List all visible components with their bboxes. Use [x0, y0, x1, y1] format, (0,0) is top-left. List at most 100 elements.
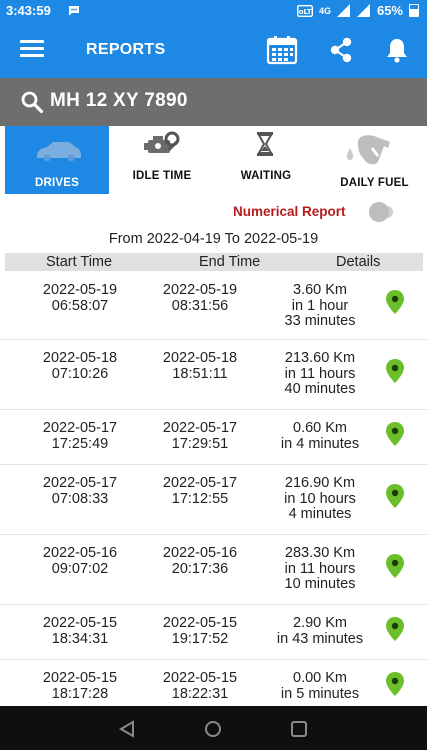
- toggle-knob: [369, 202, 389, 222]
- svg-text:VoLTE: VoLTE: [297, 8, 313, 16]
- table-row[interactable]: 2022-05-19 06:58:07 2022-05-19 08:31:56 3.60…: [0, 272, 427, 340]
- table-row[interactable]: 2022-05-15 18:34:31 2022-05-15 19:17:52 2.90…: [0, 605, 427, 660]
- details-cell: 283.30 Km in 11 hours 10 minutes: [255, 545, 385, 593]
- details-cell-duration-1: in 5 minutes: [280, 685, 360, 702]
- tab-waiting[interactable]: WAITING: [214, 126, 318, 194]
- map-pin-icon[interactable]: [384, 483, 406, 509]
- start-time-cell-start-time: 17:25:49: [51, 435, 109, 452]
- end-time-cell-end-date: 2022-05-16: [162, 545, 238, 561]
- date-range: From 2022-04-19 To 2022-05-19: [108, 231, 319, 247]
- bell-icon[interactable]: [385, 37, 409, 63]
- details-cell: 0.60 Km in 4 minutes: [255, 420, 385, 452]
- share-icon[interactable]: [328, 36, 354, 64]
- message-icon: [69, 6, 79, 16]
- tab-idle-time[interactable]: IDLE TIME: [114, 126, 210, 194]
- page-title: REPORTS: [86, 41, 166, 58]
- end-time-cell: 2022-05-15 18:22:31: [140, 670, 260, 702]
- signal-2-icon: [356, 4, 370, 17]
- details-cell-duration-1: in 1 hour: [291, 297, 349, 314]
- end-time-cell-end-time: 18:22:31: [171, 685, 229, 702]
- network-type: 4G: [318, 5, 331, 16]
- drives-table: 2022-05-19 06:58:07 2022-05-19 08:31:56 3.60…: [0, 272, 427, 715]
- start-time-cell: 2022-05-15 18:17:28: [20, 670, 140, 702]
- table-row[interactable]: 2022-05-17 17:25:49 2022-05-17 17:29:51 0.60…: [0, 410, 427, 465]
- details-cell-distance: 216.90 Km: [284, 475, 356, 491]
- battery-icon: [409, 4, 419, 17]
- details-cell-duration-2: 10 minutes: [284, 576, 356, 592]
- end-time-cell-end-date: 2022-05-15: [162, 615, 238, 631]
- start-time-cell: 2022-05-18 07:10:26: [20, 350, 140, 382]
- start-time-cell-start-time: 09:07:02: [51, 560, 109, 577]
- search-icon: [21, 91, 44, 114]
- end-time-cell: 2022-05-17 17:12:55: [140, 475, 260, 507]
- tab-daily-fuel-label: DAILY FUEL: [340, 177, 409, 189]
- end-time-cell: 2022-05-16 20:17:36: [140, 545, 260, 577]
- details-cell: 0.00 Km in 5 minutes: [255, 670, 385, 702]
- end-time-cell-end-date: 2022-05-19: [162, 282, 238, 298]
- start-time-cell: 2022-05-16 09:07:02: [20, 545, 140, 577]
- details-cell-distance: 213.60 Km: [284, 350, 356, 366]
- table-header: Start Time End Time Details: [5, 253, 423, 271]
- back-icon[interactable]: [118, 720, 136, 738]
- android-nav-bar: [0, 706, 427, 750]
- status-time: 3:43:59: [6, 3, 51, 18]
- menu-icon[interactable]: [20, 40, 44, 60]
- start-time-cell: 2022-05-17 17:25:49: [20, 420, 140, 452]
- tab-daily-fuel[interactable]: DAILY FUEL: [322, 126, 427, 194]
- details-cell-distance: 0.60 Km: [293, 420, 347, 436]
- details-cell-distance: 3.60 Km: [293, 282, 347, 298]
- end-time-cell-end-time: 19:17:52: [171, 630, 229, 647]
- map-pin-icon[interactable]: [384, 553, 406, 579]
- details-cell: 216.90 Km in 10 hours 4 minutes: [255, 475, 385, 523]
- app-bar: REPORTS: [0, 22, 427, 78]
- details-cell-distance: 0.00 Km: [293, 670, 347, 686]
- start-time-cell-start-time: 07:10:26: [51, 365, 109, 382]
- report-tabs: DRIVES IDLE TIME WAITING DAILY FUEL: [0, 126, 427, 194]
- end-time-cell-end-date: 2022-05-17: [162, 420, 238, 436]
- details-cell-distance: 2.90 Km: [293, 615, 347, 631]
- start-time-cell-start-date: 2022-05-19: [42, 282, 118, 298]
- tab-drives[interactable]: DRIVES: [5, 126, 109, 194]
- start-time-cell-start-date: 2022-05-17: [42, 475, 118, 491]
- details-cell-distance: 283.30 Km: [284, 545, 356, 561]
- end-time-cell: 2022-05-19 08:31:56: [140, 282, 260, 314]
- end-time-cell: 2022-05-18 18:51:11: [140, 350, 260, 382]
- table-row[interactable]: 2022-05-17 07:08:33 2022-05-17 17:12:55 216.…: [0, 465, 427, 535]
- fuel-nozzle-icon: [346, 135, 390, 165]
- end-time-cell: 2022-05-17 17:29:51: [140, 420, 260, 452]
- sim-card-icon: VoLTE: [297, 4, 313, 17]
- start-time-cell-start-date: 2022-05-16: [42, 545, 118, 561]
- table-row[interactable]: 2022-05-16 09:07:02 2022-05-16 20:17:36 283.…: [0, 535, 427, 605]
- numerical-report-toggle[interactable]: [369, 202, 393, 222]
- map-pin-icon[interactable]: [384, 358, 406, 384]
- table-row[interactable]: 2022-05-18 07:10:26 2022-05-18 18:51:11 213.…: [0, 340, 427, 410]
- map-pin-icon[interactable]: [384, 616, 406, 642]
- vehicle-search-bar[interactable]: MH 12 XY 7890: [0, 78, 427, 126]
- column-start-time: Start Time: [46, 254, 113, 270]
- end-time-cell-end-time: 17:29:51: [171, 435, 229, 452]
- details-cell-duration-2: 33 minutes: [284, 313, 356, 329]
- end-time-cell-end-date: 2022-05-18: [162, 350, 238, 366]
- signal-icon: [336, 4, 350, 17]
- start-time-cell-start-time: 07:08:33: [51, 490, 109, 507]
- map-pin-icon[interactable]: [384, 421, 406, 447]
- details-cell-duration-1: in 11 hours: [284, 365, 356, 382]
- recents-icon[interactable]: [290, 720, 308, 738]
- end-time-cell-end-time: 08:31:56: [171, 297, 229, 314]
- tab-idle-time-label: IDLE TIME: [132, 170, 192, 182]
- details-cell: 3.60 Km in 1 hour 33 minutes: [255, 282, 385, 330]
- home-icon[interactable]: [204, 720, 222, 738]
- car-icon: [37, 142, 81, 162]
- start-time-cell: 2022-05-19 06:58:07: [20, 282, 140, 314]
- details-cell-duration-1: in 43 minutes: [276, 630, 364, 647]
- column-end-time: End Time: [199, 254, 261, 270]
- map-pin-icon[interactable]: [384, 671, 406, 697]
- details-cell: 213.60 Km in 11 hours 40 minutes: [255, 350, 385, 398]
- tab-waiting-label: WAITING: [240, 170, 292, 182]
- details-cell-duration-2: 40 minutes: [284, 381, 356, 397]
- search-input[interactable]: MH 12 XY 7890: [50, 90, 188, 112]
- status-bar: 3:43:59 VoLTE 4G 65%: [0, 0, 427, 22]
- map-pin-icon[interactable]: [384, 289, 406, 315]
- calendar-icon[interactable]: [266, 35, 298, 65]
- end-time-cell-end-date: 2022-05-15: [162, 670, 238, 686]
